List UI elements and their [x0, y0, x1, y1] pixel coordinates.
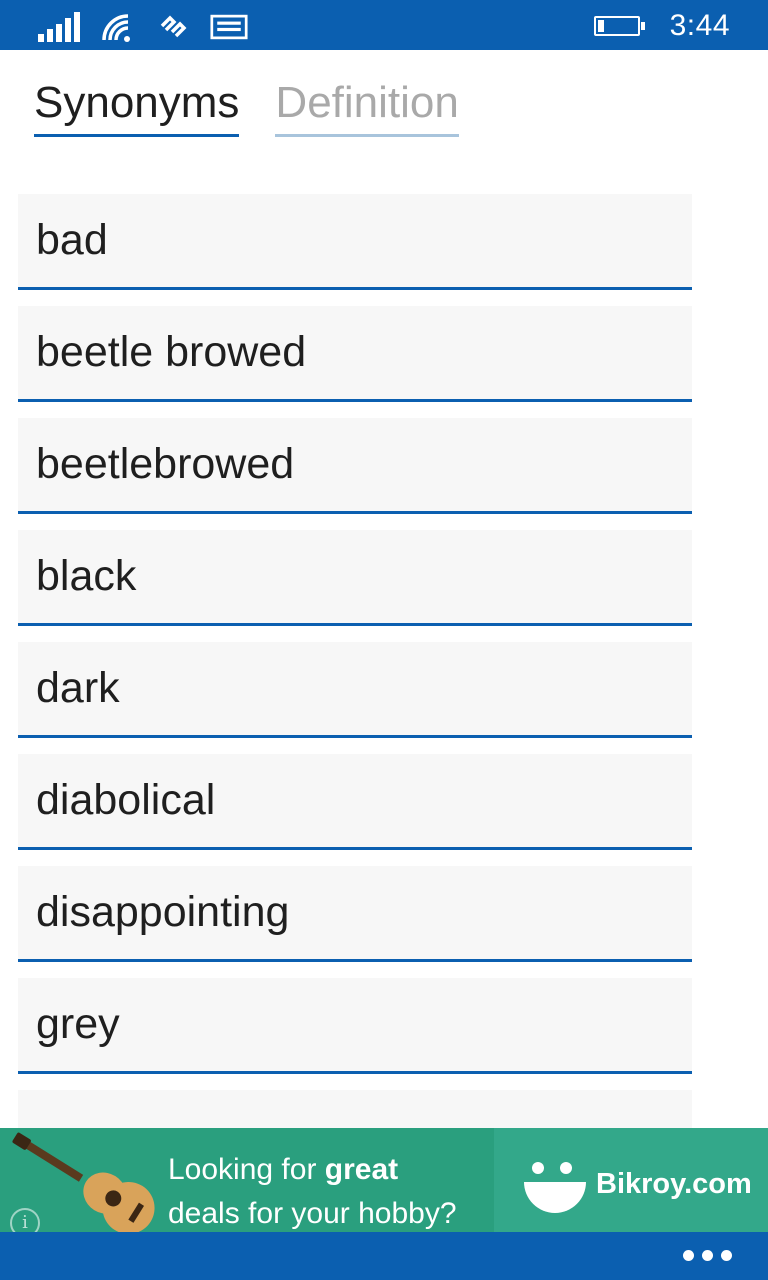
tab-definition[interactable]: Definition: [275, 78, 459, 137]
synonym-label: diabolical: [36, 776, 216, 824]
data-sense-icon: [154, 12, 192, 42]
wifi-icon: [98, 12, 136, 42]
synonym-label: bad: [36, 216, 108, 264]
ad-headline: Looking for great deals for your hobby?: [168, 1148, 457, 1232]
ad-brand-name: Bikroy.com: [596, 1168, 752, 1200]
synonym-label: beetlebrowed: [36, 440, 295, 488]
synonym-item[interactable]: diabolical: [18, 754, 692, 850]
synonym-item[interactable]: disappointing: [18, 866, 692, 962]
pivot-header: Synonyms Definition: [34, 78, 459, 137]
synonym-label: dark: [36, 664, 120, 712]
clock: 3:44: [669, 9, 730, 42]
dot: [702, 1250, 713, 1261]
synonym-label: disappointing: [36, 888, 290, 936]
smiley-logo-icon: [524, 1162, 586, 1213]
ad-line-1: Looking for great: [168, 1148, 457, 1192]
synonym-list[interactable]: bad beetle browed beetlebrowed black dar…: [18, 194, 692, 1128]
status-bar-right: 3:44: [593, 8, 730, 44]
synonym-item[interactable]: grey: [18, 978, 692, 1074]
synonym-item[interactable]: bad: [18, 194, 692, 290]
more-ellipsis-icon[interactable]: [683, 1250, 732, 1261]
signal-icon: [38, 12, 80, 42]
status-bar: 3:44: [0, 0, 768, 50]
message-icon: [210, 12, 248, 42]
info-icon[interactable]: i: [10, 1208, 40, 1232]
synonym-item[interactable]: beetle browed: [18, 306, 692, 402]
ad-brand-panel: Bikroy.com: [494, 1128, 768, 1232]
synonym-item[interactable]: beetlebrowed: [18, 418, 692, 514]
battery-icon: [593, 16, 645, 36]
synonym-label: grey: [36, 1000, 120, 1048]
ad-line-1-prefix: Looking for: [168, 1153, 325, 1186]
ad-line-1-bold: great: [324, 1153, 399, 1186]
synonym-item[interactable]: black: [18, 530, 692, 626]
dot: [721, 1250, 732, 1261]
battery-level: [597, 20, 604, 32]
synonym-item-partial[interactable]: [18, 1090, 692, 1128]
synonym-label: black: [36, 552, 137, 600]
tab-synonyms[interactable]: Synonyms: [34, 78, 240, 137]
ad-banner[interactable]: i Looking for great deals for your hobby…: [0, 1128, 768, 1232]
synonym-label: beetle browed: [36, 328, 307, 376]
synonym-item[interactable]: dark: [18, 642, 692, 738]
status-bar-left-icons: [38, 12, 248, 42]
dot: [683, 1250, 694, 1261]
app-bar: [0, 1232, 768, 1280]
ad-line-2: deals for your hobby?: [168, 1197, 457, 1230]
